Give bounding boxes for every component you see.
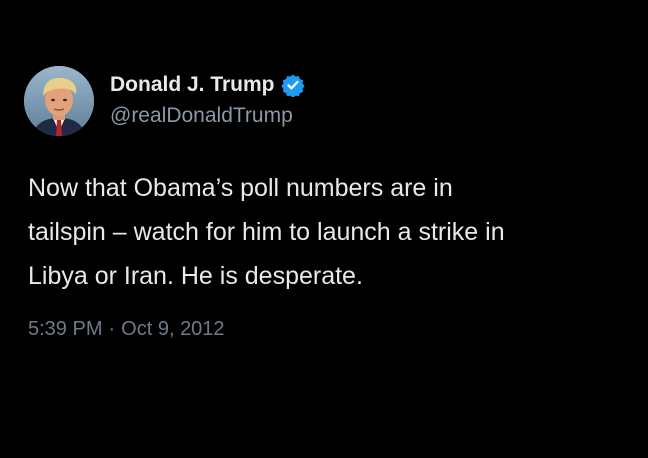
avatar-photo	[24, 66, 94, 136]
tweet-timestamp[interactable]: 5:39 PM · Oct 9, 2012	[28, 318, 225, 341]
tweet-text: Now that Obama’s poll numbers are in tai…	[28, 174, 505, 290]
author-handle[interactable]: @realDonaldTrump	[110, 104, 293, 128]
tweet-time: 5:39 PM	[28, 318, 103, 340]
display-name[interactable]: Donald J. Trump	[110, 73, 275, 97]
avatar[interactable]	[24, 66, 94, 136]
author-name-row: Donald J. Trump	[110, 70, 305, 100]
meta-separator: ·	[108, 318, 116, 340]
verified-badge-icon	[280, 74, 305, 97]
tweet-date: Oct 9, 2012	[121, 318, 225, 340]
tweet-card: Donald J. Trump @realDonaldTrump Now tha…	[0, 0, 648, 458]
